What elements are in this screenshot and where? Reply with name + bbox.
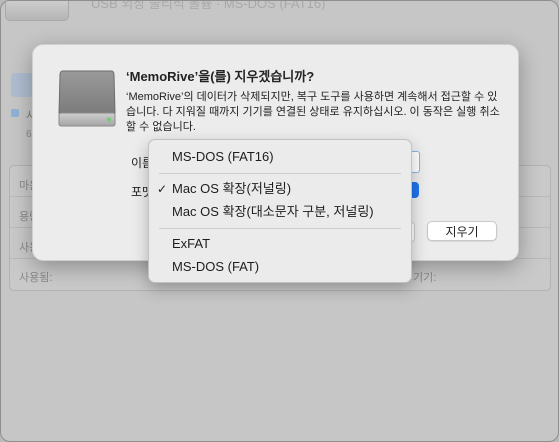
background-disk-icon: [5, 1, 69, 21]
format-menu-item-selected[interactable]: ✓ Mac OS 확장(저널링): [149, 178, 411, 200]
format-menu-item[interactable]: ExFAT: [149, 233, 411, 255]
format-menu-item-label: ExFAT: [172, 236, 211, 251]
erase-button[interactable]: 지우기: [427, 221, 497, 241]
background-info-label: 사용됨:: [19, 272, 53, 284]
background-small-value: 6: [26, 129, 32, 140]
format-menu-item-label: MS-DOS (FAT16): [172, 149, 274, 164]
format-menu-item-label: MS-DOS (FAT): [172, 259, 260, 274]
background-info-label: 기기:: [413, 272, 437, 284]
dialog-title: ‘MemoRive’을(를) 지우겠습니까?: [126, 69, 315, 84]
format-menu-item-label: Mac OS 확장(대소문자 구분, 저널링): [172, 204, 374, 219]
format-menu-item[interactable]: Mac OS 확장(대소문자 구분, 저널링): [149, 201, 411, 223]
menu-separator: [159, 173, 401, 174]
background-window-title: USB 외장 물리적 볼륨 · MS-DOS (FAT16): [91, 0, 326, 11]
format-menu-item[interactable]: MS-DOS (FAT16): [149, 146, 411, 168]
external-drive-icon: [57, 67, 117, 129]
background-legend-dot-icon: [11, 109, 19, 117]
menu-separator: [159, 228, 401, 229]
format-menu: MS-DOS (FAT16) ✓ Mac OS 확장(저널링) Mac OS 확…: [148, 139, 412, 283]
format-menu-item[interactable]: MS-DOS (FAT): [149, 256, 411, 278]
checkmark-icon: ✓: [157, 182, 168, 196]
dialog-message: ‘MemoRive’의 데이터가 삭제되지만, 복구 도구를 사용하면 계속해서…: [126, 91, 500, 133]
background-toolbar-tile: [11, 73, 33, 97]
format-menu-item-label: Mac OS 확장(저널링): [172, 181, 292, 196]
